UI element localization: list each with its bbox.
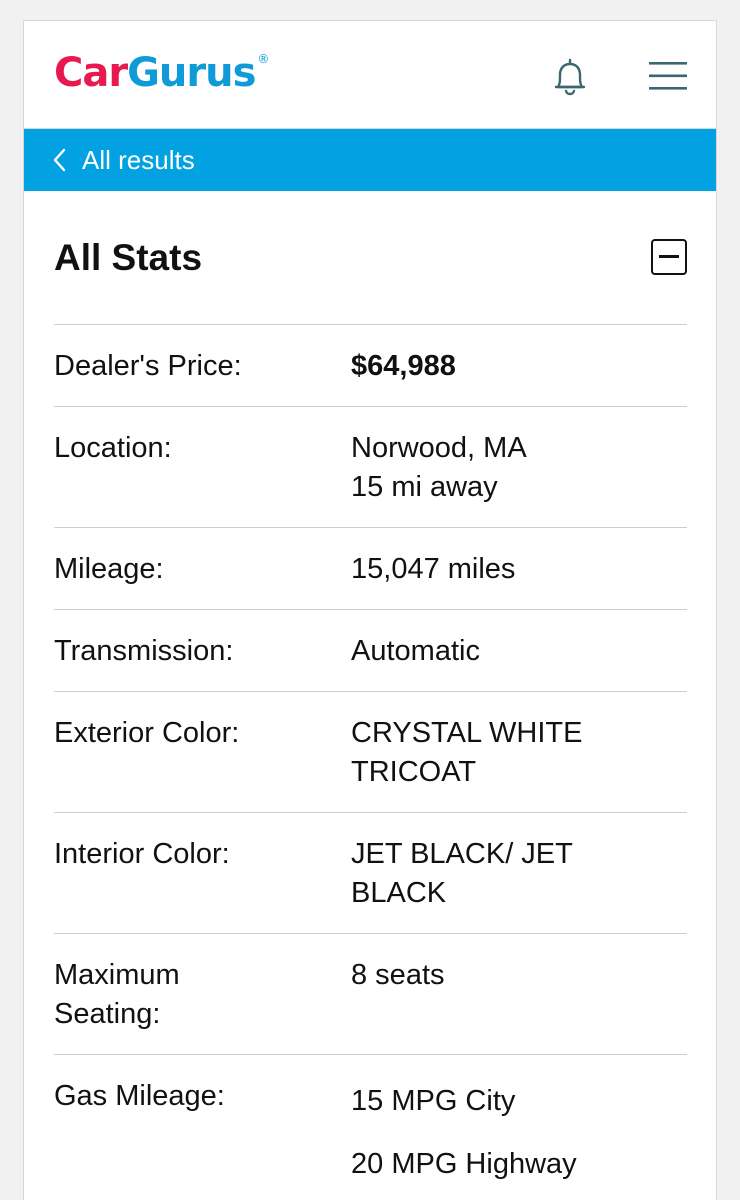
logo-car: Car [54, 50, 128, 96]
stat-row-exterior-color: Exterior Color: CRYSTAL WHITE TRICOAT [54, 692, 687, 813]
stat-value-line: BLACK [351, 877, 447, 909]
stat-value-line: Norwood, MA [351, 432, 527, 464]
logo-registered: ® [257, 52, 269, 66]
stat-row-gas-mileage: Gas Mileage: 15 MPG City 20 MPG Highway [54, 1055, 687, 1200]
stat-row-mileage: Mileage: 15,047 miles [54, 528, 687, 610]
stat-row-dealer-price: Dealer's Price: $64,988 [54, 325, 687, 407]
stat-value-line: Automatic [351, 635, 480, 667]
stat-value-line: JET BLACK/ JET [351, 838, 573, 870]
stat-value: Norwood, MA 15 mi away [351, 429, 687, 507]
stat-label: Gas Mileage: [54, 1080, 225, 1112]
stat-row-maximum-seating: Maximum Seating: 8 seats [54, 934, 687, 1055]
stat-label: Location: [54, 432, 172, 464]
stat-label-line: Seating: [54, 998, 161, 1030]
stat-value-line: 8 seats [351, 959, 445, 991]
stat-value-line: 15 mi away [351, 471, 498, 503]
stat-value: 15 MPG City 20 MPG Highway [351, 1077, 687, 1184]
stat-value: $64,988 [351, 347, 687, 386]
back-label: All results [82, 144, 195, 175]
stat-label: Mileage: [54, 553, 164, 585]
collapse-toggle-icon[interactable] [651, 239, 687, 275]
stat-row-transmission: Transmission: Automatic [54, 610, 687, 692]
stat-value-line: 20 MPG Highway [351, 1148, 577, 1180]
section-title: All Stats [54, 237, 203, 278]
stat-row-interior-color: Interior Color: JET BLACK/ JET BLACK [54, 813, 687, 934]
stat-value: CRYSTAL WHITE TRICOAT [351, 714, 687, 792]
chevron-left-icon [53, 148, 66, 172]
stat-label: Interior Color: [54, 838, 230, 870]
all-stats-section: All Stats Dealer's Price: $64,988 Locati… [54, 191, 687, 1200]
logo-gurus: Gurus [127, 50, 256, 96]
stat-value-line: 15,047 miles [351, 553, 516, 585]
stat-value: JET BLACK/ JET BLACK [351, 835, 687, 913]
stat-label: Dealer's Price: [54, 350, 242, 382]
stat-value-line: CRYSTAL WHITE [351, 717, 583, 749]
all-stats-header: All Stats [54, 191, 687, 325]
stat-label: Exterior Color: [54, 717, 240, 749]
stat-label: Maximum Seating: [54, 956, 351, 1034]
stat-value: Automatic [351, 632, 687, 671]
stat-label-line: Maximum [54, 959, 180, 991]
cargurus-logo[interactable]: Car Gurus ® [54, 50, 269, 96]
stat-value-line: $64,988 [351, 350, 456, 382]
stat-value-line: TRICOAT [351, 756, 477, 788]
app-frame: Car Gurus ® All results All Stats Dealer's… [23, 20, 717, 1200]
back-to-results-bar[interactable]: All results [24, 129, 716, 191]
stat-value-line: 15 MPG City [351, 1085, 516, 1117]
stat-value: 15,047 miles [351, 550, 687, 589]
bell-icon[interactable] [548, 55, 592, 99]
header: Car Gurus ® [24, 21, 716, 129]
stat-row-location: Location: Norwood, MA 15 mi away [54, 407, 687, 528]
stat-value: 8 seats [351, 956, 687, 1034]
stat-label: Transmission: [54, 635, 234, 667]
hamburger-menu-icon[interactable] [648, 59, 688, 93]
